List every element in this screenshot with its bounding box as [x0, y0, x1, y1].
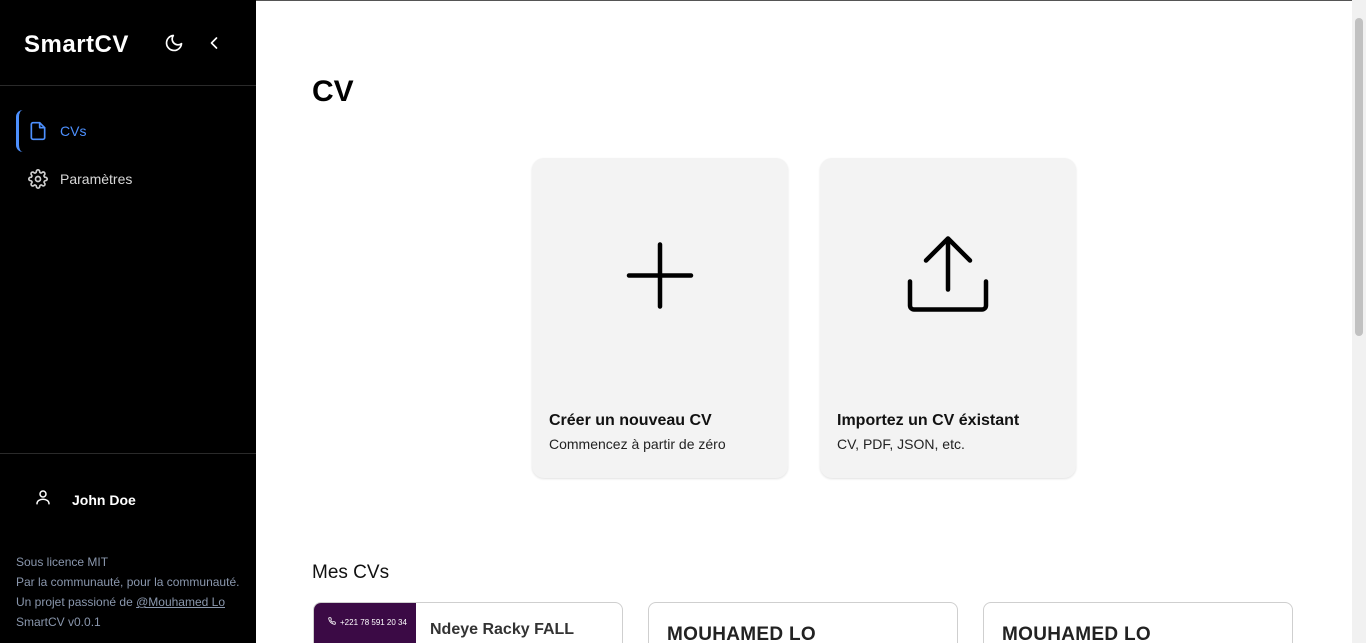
cv-phone: +221 78 591 20 34 — [340, 618, 407, 627]
import-cv-card[interactable]: Importez un CV éxistant CV, PDF, JSON, e… — [820, 158, 1076, 478]
sidebar-item-cvs[interactable]: CVs — [16, 110, 240, 152]
chevron-left-icon[interactable] — [203, 32, 225, 54]
version-text: SmartCV v0.0.1 — [16, 615, 101, 629]
create-cv-card[interactable]: Créer un nouveau CV Commencez à partir d… — [532, 158, 788, 478]
author-link[interactable]: @Mouhamed Lo — [136, 595, 225, 609]
moon-icon[interactable] — [163, 32, 185, 54]
user-profile[interactable]: John Doe — [34, 488, 136, 511]
card-subtitle: CV, PDF, JSON, etc. — [837, 436, 965, 452]
card-subtitle: Commencez à partir de zéro — [549, 436, 726, 452]
scrollbar-thumb[interactable] — [1355, 18, 1363, 336]
cv-name: MOUHAMED LO — [1002, 624, 1151, 643]
main-content: CV Créer un nouveau CV Commencez à parti… — [256, 0, 1366, 643]
phone-icon — [328, 617, 336, 628]
license-text: Sous licence MIT — [16, 555, 109, 569]
cv-name: Ndeye Racky FALL — [430, 621, 575, 638]
sidebar-item-label: CVs — [60, 123, 87, 139]
sidebar-item-settings[interactable]: Paramètres — [16, 158, 240, 200]
user-name: John Doe — [72, 491, 136, 508]
cv-header-band: +221 78 591 20 34 — [314, 603, 416, 643]
card-title: Importez un CV éxistant — [837, 412, 1020, 429]
community-text: Par la communauté, pour la communauté. — [16, 575, 240, 589]
footer-text: Sous licence MIT Par la communauté, pour… — [16, 552, 239, 632]
sidebar-item-label: Paramètres — [60, 171, 133, 187]
page-scrollbar[interactable] — [1352, 0, 1366, 643]
file-icon — [27, 120, 49, 142]
sidebar-header: SmartCV — [0, 0, 256, 86]
sidebar-nav: CVs Paramètres — [16, 110, 240, 206]
cv-thumbnail[interactable]: MOUHAMED LO — [983, 602, 1293, 643]
section-title: Mes CVs — [312, 562, 390, 583]
cv-name: MOUHAMED LO — [667, 624, 816, 643]
gear-icon — [27, 168, 49, 190]
cv-thumbnail[interactable]: +221 78 591 20 34 Ndeye Racky FALL — [313, 602, 623, 643]
project-prefix: Un projet passioné de — [16, 595, 133, 609]
page-title: CV — [312, 75, 354, 108]
plus-icon — [626, 242, 694, 315]
card-title: Créer un nouveau CV — [549, 412, 712, 429]
brand-logo[interactable]: SmartCV — [24, 31, 129, 59]
sidebar-footer: John Doe Sous licence MIT Par la communa… — [0, 453, 256, 629]
user-icon — [34, 488, 52, 511]
upload-icon — [906, 234, 990, 323]
cv-thumbnail[interactable]: MOUHAMED LO — [648, 602, 958, 643]
sidebar: SmartCV CVs Paramètres John Doe Sous lic… — [0, 0, 256, 643]
project-credit: Un projet passioné de @Mouhamed Lo — [16, 592, 239, 612]
